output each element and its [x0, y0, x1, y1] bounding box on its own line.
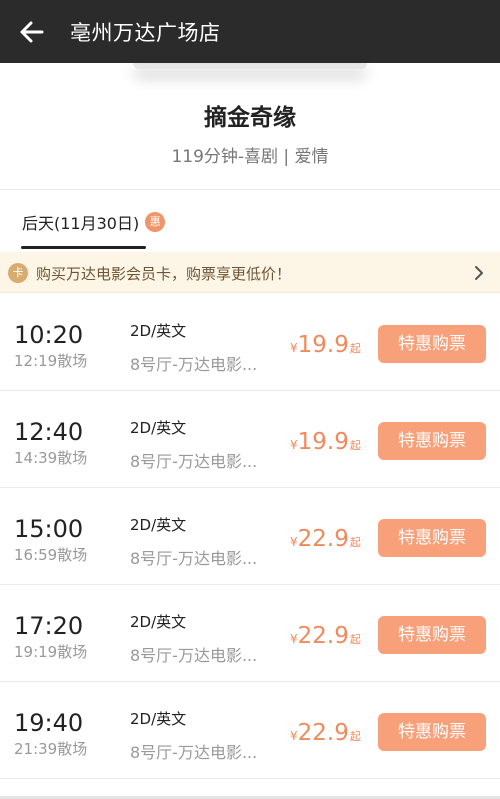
start-time: 17:20 [14, 612, 84, 640]
price-suffix: 起 [349, 342, 361, 355]
end-time: 14:39散场 [14, 449, 88, 467]
showtime-row: 15:00 16:59散场 2D/英文 8号厅-万达电影... ¥22.9起 特… [0, 488, 500, 585]
showtime-row: 10:20 12:19散场 2D/英文 8号厅-万达电影... ¥19.9起 特… [0, 294, 500, 391]
hall-name: 8号厅-万达电影... [130, 646, 258, 665]
divider [0, 189, 500, 190]
price-suffix: 起 [349, 633, 361, 646]
format-language: 2D/英文 [130, 322, 187, 340]
currency-symbol: ¥ [290, 438, 298, 452]
page-title: 亳州万达广场店 [70, 21, 221, 45]
end-time: 21:39散场 [14, 740, 88, 758]
currency-symbol: ¥ [290, 632, 298, 646]
hall-name: 8号厅-万达电影... [130, 452, 258, 471]
chevron-right-icon [475, 266, 483, 280]
price-suffix: 起 [349, 730, 361, 743]
format-language: 2D/英文 [130, 710, 187, 728]
hall-name: 8号厅-万达电影... [130, 743, 258, 762]
price-value: 19.9 [297, 429, 349, 455]
end-time: 12:19散场 [14, 352, 88, 370]
format-language: 2D/英文 [130, 516, 187, 534]
showtime-row: 12:40 14:39散场 2D/英文 8号厅-万达电影... ¥19.9起 特… [0, 391, 500, 488]
poster-edge [133, 63, 367, 69]
member-card-promo-banner[interactable]: 卡 购买万达电影会员卡，购票享更低价！ [0, 252, 500, 293]
currency-symbol: ¥ [290, 535, 298, 549]
showtime-row: 17:20 19:19散场 2D/英文 8号厅-万达电影... ¥22.9起 特… [0, 585, 500, 682]
buy-ticket-button[interactable]: 特惠购票 [378, 422, 486, 460]
movie-meta: 119分钟-喜剧 | 爱情 [171, 147, 329, 167]
buy-ticket-button[interactable]: 特惠购票 [378, 616, 486, 654]
date-tab[interactable]: 后天(11月30日) 惠 [22, 210, 166, 234]
buy-ticket-button[interactable]: 特惠购票 [378, 325, 486, 363]
format-language: 2D/英文 [130, 419, 187, 437]
currency-symbol: ¥ [290, 341, 298, 355]
start-time: 12:40 [14, 418, 84, 446]
end-time: 19:19散场 [14, 643, 88, 661]
format-language: 2D/英文 [130, 613, 187, 631]
price: ¥19.9起 [290, 332, 361, 358]
currency-symbol: ¥ [290, 729, 298, 743]
showtime-row: 19:40 21:39散场 2D/英文 8号厅-万达电影... ¥22.9起 特… [0, 682, 500, 779]
price: ¥22.9起 [290, 720, 361, 746]
movie-title: 摘金奇缘 [204, 105, 296, 131]
price: ¥22.9起 [290, 526, 361, 552]
buy-ticket-button[interactable]: 特惠购票 [378, 519, 486, 557]
start-time: 15:00 [14, 515, 84, 543]
card-icon: 卡 [8, 263, 28, 283]
top-bar: 亳州万达广场店 [0, 0, 500, 63]
start-time: 10:20 [14, 321, 84, 349]
price: ¥22.9起 [290, 623, 361, 649]
price-value: 22.9 [297, 720, 349, 746]
price-value: 22.9 [297, 623, 349, 649]
start-time: 19:40 [14, 709, 84, 737]
price-value: 19.9 [297, 332, 349, 358]
price: ¥19.9起 [290, 429, 361, 455]
price-suffix: 起 [349, 536, 361, 549]
date-tab-label: 后天(11月30日) [22, 214, 140, 233]
tab-active-indicator [21, 246, 146, 249]
discount-badge: 惠 [145, 212, 166, 232]
hall-name: 8号厅-万达电影... [130, 549, 258, 568]
buy-ticket-button[interactable]: 特惠购票 [378, 713, 486, 751]
back-arrow-icon[interactable] [14, 14, 50, 50]
price-value: 22.9 [297, 526, 349, 552]
promo-text: 购买万达电影会员卡，购票享更低价！ [36, 265, 292, 283]
end-time: 16:59散场 [14, 546, 88, 564]
hall-name: 8号厅-万达电影... [130, 355, 258, 374]
price-suffix: 起 [349, 439, 361, 452]
